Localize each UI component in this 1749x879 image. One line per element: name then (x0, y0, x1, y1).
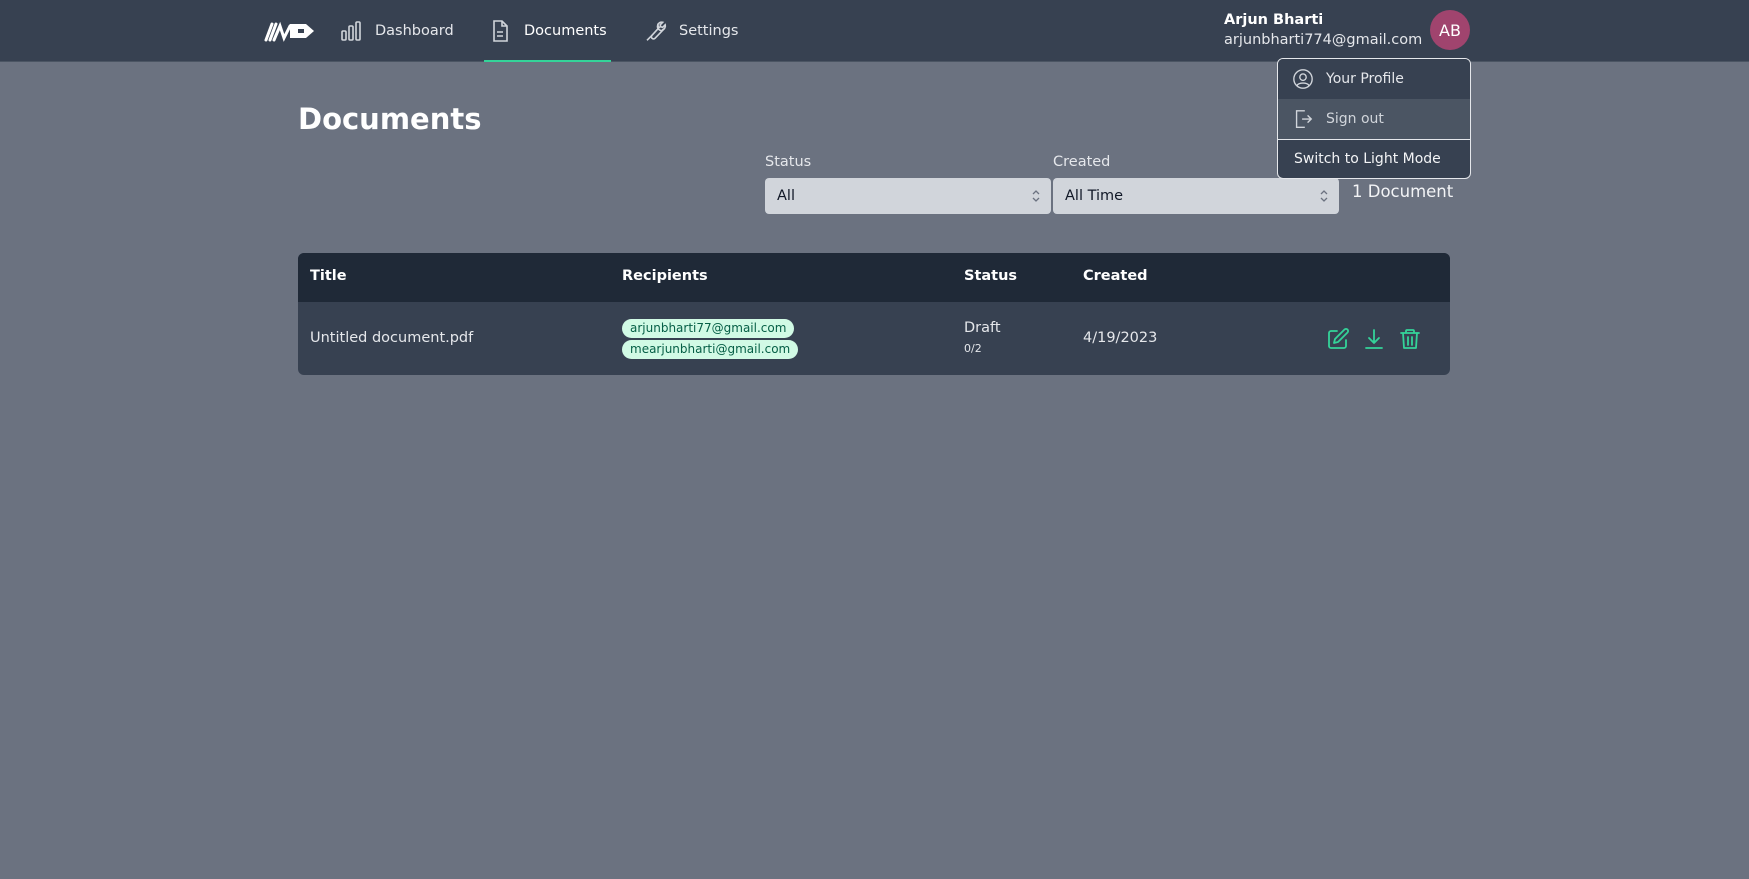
column-header-created: Created (1083, 268, 1148, 284)
user-name: Arjun Bharti (1224, 12, 1324, 28)
document-status: Draft (964, 320, 1001, 336)
nav-settings-label: Settings (679, 23, 739, 39)
column-header-recipients: Recipients (622, 268, 708, 284)
menu-profile-label: Your Profile (1326, 71, 1404, 87)
nav-documents[interactable]: Documents (484, 0, 611, 62)
edit-button[interactable] (1326, 327, 1350, 351)
avatar[interactable]: AB (1430, 10, 1470, 50)
trash-icon (1400, 329, 1420, 349)
document-created-date: 4/19/2023 (1083, 330, 1158, 346)
menu-item-signout[interactable]: Sign out (1278, 99, 1470, 139)
nav-documents-label: Documents (524, 23, 607, 39)
status-filter-label: Status (765, 154, 812, 170)
table-header: Title Recipients Status Created (298, 253, 1450, 302)
top-navbar: Dashboard Documents Settings Arjun Bhart… (0, 0, 1749, 62)
recipient-chip: arjunbharti77@gmail.com (622, 319, 795, 338)
status-filter-value: All (777, 188, 795, 204)
column-header-status: Status (964, 268, 1018, 284)
user-circle-icon (1293, 69, 1313, 89)
table-row[interactable]: Untitled document.pdf arjunbharti77@gmai… (298, 302, 1450, 375)
user-email: arjunbharti774@gmail.com (1224, 32, 1423, 48)
created-filter-label: Created (1053, 154, 1111, 170)
nav-dashboard[interactable]: Dashboard (339, 0, 454, 62)
bar-chart-icon (341, 21, 361, 41)
menu-switch-label: Switch to Light Mode (1294, 151, 1441, 167)
created-filter-select[interactable]: All Time (1053, 178, 1339, 214)
nav-settings[interactable]: Settings (643, 0, 738, 62)
menu-item-theme-switch[interactable]: Switch to Light Mode (1278, 139, 1470, 178)
page-title: Documents (298, 102, 482, 136)
user-menu: Your Profile Sign out Switch to Light Mo… (1277, 58, 1471, 179)
status-filter-select[interactable]: All (765, 178, 1051, 214)
delete-button[interactable] (1398, 327, 1422, 351)
created-filter-value: All Time (1065, 188, 1124, 204)
column-header-title: Title (310, 268, 347, 284)
edit-icon (1328, 328, 1349, 349)
document-count: 1 Document (1352, 182, 1454, 201)
nav-dashboard-label: Dashboard (375, 23, 454, 39)
download-icon (1365, 329, 1383, 349)
download-button[interactable] (1362, 327, 1386, 351)
chevron-up-down-icon (1320, 190, 1328, 202)
sign-out-icon (1295, 110, 1313, 128)
menu-signout-label: Sign out (1326, 111, 1384, 127)
signing-progress: 0/2 (964, 342, 982, 355)
document-icon (493, 20, 508, 42)
menu-item-profile[interactable]: Your Profile (1278, 59, 1470, 99)
wrench-icon (646, 21, 667, 41)
document-title[interactable]: Untitled document.pdf (310, 330, 473, 346)
documents-table: Title Recipients Status Created Untitled… (298, 253, 1450, 375)
chevron-up-down-icon (1032, 190, 1040, 202)
recipient-chip: mearjunbharti@gmail.com (622, 340, 799, 359)
app-logo[interactable] (264, 18, 316, 44)
user-info: Arjun Bharti arjunbharti774@gmail.com (1224, 10, 1422, 50)
